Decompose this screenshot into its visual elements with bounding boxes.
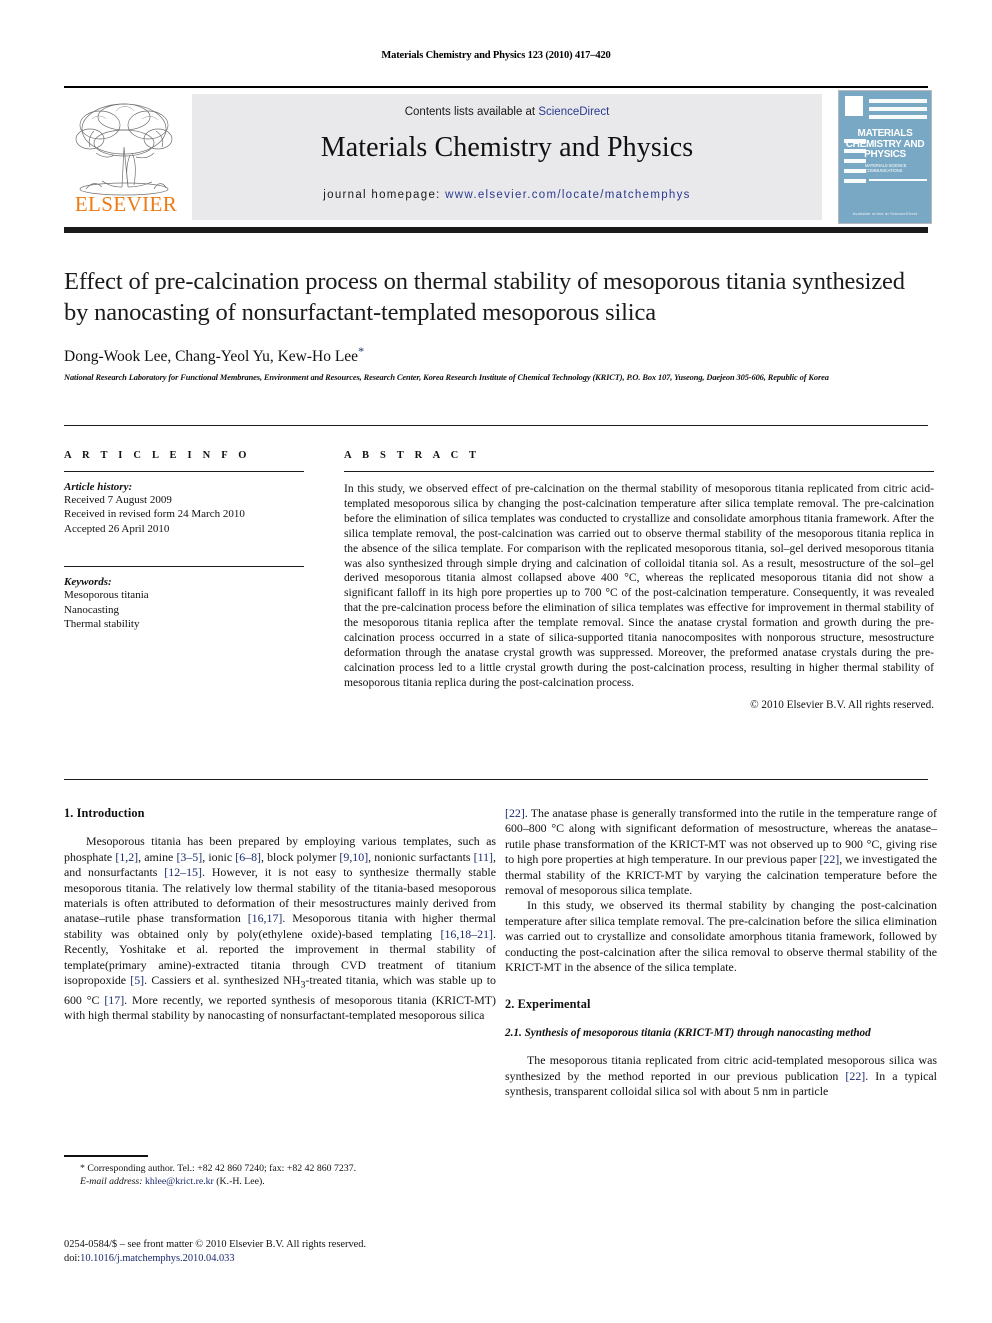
article-history-label: Article history: bbox=[64, 481, 133, 493]
info-band-top-rule bbox=[64, 425, 928, 426]
intro-paragraph-1: Mesoporous titania has been prepared by … bbox=[64, 834, 496, 1023]
journal-title: Materials Chemistry and Physics bbox=[320, 132, 694, 163]
email-note: E-mail address: khlee@krict.re.kr (K.-H.… bbox=[64, 1175, 496, 1188]
email-label: E-mail address: bbox=[80, 1176, 143, 1188]
citation-ref[interactable]: [12–15] bbox=[164, 865, 202, 879]
citation-ref[interactable]: [22] bbox=[505, 806, 525, 820]
subsection-heading-synthesis: 2.1. Synthesis of mesoporous titania (KR… bbox=[505, 1026, 871, 1039]
footnote-block: * Corresponding author. Tel.: +82 42 860… bbox=[64, 1162, 496, 1189]
intro-text-l: . More recently, we reported synthesis o… bbox=[64, 992, 497, 1023]
author-names: Dong-Wook Lee, Chang-Yeol Yu, Kew-Ho Lee bbox=[64, 348, 359, 366]
keywords-label: Keywords: bbox=[64, 576, 112, 589]
running-head: Materials Chemistry and Physics 123 (201… bbox=[381, 50, 611, 61]
article-info-rule bbox=[64, 471, 304, 472]
keywords-rule bbox=[64, 566, 304, 568]
contents-lists-label: Contents lists available at bbox=[404, 106, 539, 118]
journal-homepage-line: journal homepage: www.elsevier.com/locat… bbox=[192, 189, 822, 201]
citation-ref[interactable]: [16,18–21] bbox=[441, 927, 494, 941]
article-info-column: A R T I C L E I N F O Article history: R… bbox=[64, 450, 304, 631]
body-column-left: 1. Introduction Mesoporous titania has b… bbox=[64, 806, 496, 1024]
cover-elsevier-mark-icon bbox=[845, 96, 863, 116]
keyword-item: Thermal stability bbox=[64, 618, 140, 631]
experimental-paragraph-1: The mesoporous titania replicated from c… bbox=[505, 1053, 937, 1099]
paper-page: Materials Chemistry and Physics 123 (201… bbox=[0, 0, 992, 1323]
citation-ref[interactable]: [9,10] bbox=[339, 850, 368, 864]
abstract-copyright: © 2010 Elsevier B.V. All rights reserved… bbox=[750, 698, 934, 711]
issn-front-matter: 0254-0584/$ – see front matter © 2010 El… bbox=[64, 1239, 367, 1250]
elsevier-logo: ELSEVIER bbox=[66, 95, 186, 219]
history-revised: Received in revised form 24 March 2010 bbox=[64, 508, 245, 521]
email-suffix: (K.-H. Lee). bbox=[216, 1176, 265, 1188]
elsevier-tree-icon bbox=[75, 103, 173, 196]
elsevier-wordmark: ELSEVIER bbox=[74, 192, 178, 216]
abstract-rule bbox=[344, 471, 934, 472]
footnote-rule bbox=[64, 1155, 148, 1157]
abstract-text: In this study, we observed effect of pre… bbox=[344, 482, 934, 689]
citation-ref[interactable]: [1,2] bbox=[115, 850, 138, 864]
cover-footer-text: Available online at ScienceDirect bbox=[852, 211, 918, 216]
journal-cover-thumbnail: MATERIALS CHEMISTRY AND PHYSICS MATERIAL… bbox=[838, 90, 932, 224]
history-received: Received 7 August 2009 bbox=[64, 494, 172, 506]
doi-line: doi:10.1016/j.matchemphys.2010.04.033 bbox=[64, 1252, 496, 1266]
doi-link[interactable]: 10.1016/j.matchemphys.2010.04.033 bbox=[80, 1253, 234, 1264]
section-heading-introduction: 1. Introduction bbox=[64, 806, 145, 820]
intro-text-j: . Cassiers et al. synthesized NH bbox=[144, 973, 301, 988]
homepage-label: journal homepage: bbox=[323, 189, 446, 201]
keyword-item: Mesoporous titania bbox=[64, 589, 149, 602]
article-info-heading: A R T I C L E I N F O bbox=[64, 450, 251, 461]
author-list: Dong-Wook Lee, Chang-Yeol Yu, Kew-Ho Lee… bbox=[64, 344, 934, 366]
homepage-url-link[interactable]: www.elsevier.com/locate/matchemphys bbox=[445, 189, 691, 201]
right-paragraph-1: [22]. The anatase phase is generally tra… bbox=[505, 806, 937, 898]
citation-ref[interactable]: [6–8] bbox=[235, 850, 261, 864]
corresponding-author-note: * Corresponding author. Tel.: +82 42 860… bbox=[80, 1163, 357, 1174]
doi-label: doi: bbox=[64, 1253, 81, 1265]
cover-subtitle-text: MATERIALS SCIENCE COMMUNICATIONS bbox=[865, 163, 907, 173]
citation-ref[interactable]: [16,17] bbox=[248, 911, 283, 925]
citation-ref[interactable]: [17] bbox=[104, 993, 124, 1007]
sciencedirect-link[interactable]: ScienceDirect bbox=[538, 106, 609, 118]
citation-ref[interactable]: [5] bbox=[130, 973, 144, 987]
abstract-column: A B S T R A C T In this study, we observ… bbox=[344, 450, 934, 711]
journal-header-band: Contents lists available at ScienceDirec… bbox=[192, 94, 822, 220]
intro-text-e: , nonionic surfactants bbox=[368, 849, 474, 864]
header-top-rule bbox=[64, 86, 928, 88]
section-heading-experimental: 2. Experimental bbox=[505, 997, 591, 1012]
affiliation: National Research Laboratory for Functio… bbox=[64, 373, 829, 382]
citation-ref[interactable]: [22] bbox=[819, 852, 839, 866]
intro-text-d: , block polymer bbox=[261, 849, 340, 864]
intro-text-c: , ionic bbox=[202, 849, 236, 864]
history-accepted: Accepted 26 April 2010 bbox=[64, 522, 170, 535]
intro-text-b: , amine bbox=[138, 849, 177, 864]
imprint-block: 0254-0584/$ – see front matter © 2010 El… bbox=[64, 1238, 496, 1266]
info-band-bottom-rule bbox=[64, 779, 928, 780]
cover-title-text: MATERIALS CHEMISTRY AND PHYSICS bbox=[845, 128, 925, 160]
page-title: Effect of pre-calcination process on the… bbox=[64, 268, 905, 326]
abstract-heading: A B S T R A C T bbox=[344, 450, 481, 461]
citation-ref[interactable]: [3–5] bbox=[176, 850, 202, 864]
body-column-right: [22]. The anatase phase is generally tra… bbox=[505, 806, 937, 1100]
keyword-item: Nanocasting bbox=[64, 603, 119, 616]
right-paragraph-2: In this study, we observed its thermal s… bbox=[505, 898, 937, 975]
header-bottom-rule bbox=[64, 227, 928, 233]
email-link[interactable]: khlee@krict.re.kr bbox=[145, 1176, 214, 1187]
citation-ref[interactable]: [22] bbox=[845, 1069, 865, 1083]
contents-lists-line: Contents lists available at ScienceDirec… bbox=[192, 106, 822, 118]
citation-ref[interactable]: [11] bbox=[474, 850, 493, 864]
corresponding-author-marker: * bbox=[358, 344, 365, 358]
